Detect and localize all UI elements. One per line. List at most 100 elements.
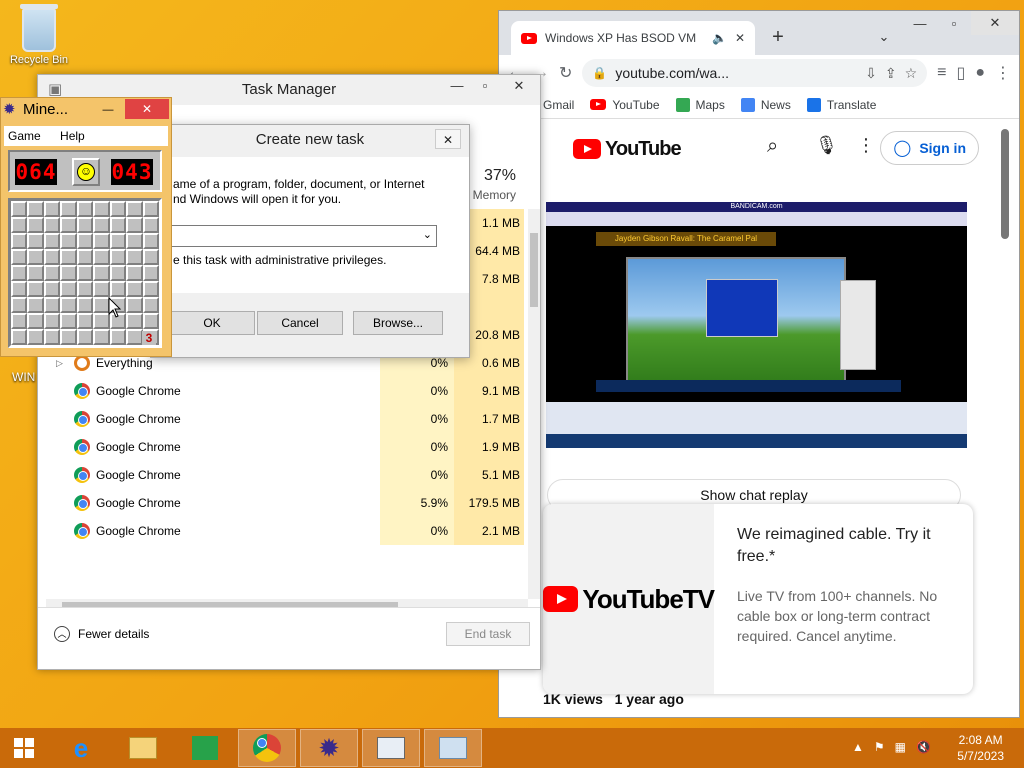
mine-cell[interactable] bbox=[43, 297, 61, 313]
mine-cell[interactable] bbox=[109, 281, 127, 297]
bookmark-translate[interactable]: Translate bbox=[806, 97, 876, 112]
ms-minimize-button[interactable]: — bbox=[97, 98, 119, 122]
mine-cell[interactable] bbox=[93, 217, 110, 233]
mine-cell[interactable] bbox=[43, 217, 61, 233]
taskbar-minesweeper[interactable]: ✹ bbox=[300, 729, 358, 767]
table-row[interactable]: Google Chrome 0% 2.1 MB bbox=[46, 517, 524, 545]
mine-cell[interactable] bbox=[27, 249, 44, 265]
mine-cell[interactable] bbox=[76, 297, 94, 313]
video-player[interactable]: BANDICAM.com Jayden Gibson Ravall: The C… bbox=[546, 202, 967, 448]
mine-cell[interactable] bbox=[60, 233, 77, 249]
mine-cell[interactable] bbox=[93, 281, 110, 297]
vscroll-thumb[interactable] bbox=[530, 233, 538, 307]
ms-close-button[interactable]: ✕ bbox=[125, 99, 169, 119]
mine-cell[interactable] bbox=[43, 281, 61, 297]
action-center-flag-icon[interactable]: ⚑ bbox=[874, 740, 885, 754]
mine-cell[interactable] bbox=[109, 201, 127, 217]
mine-cell[interactable] bbox=[43, 201, 61, 217]
address-bar[interactable]: 🔒 youtube.com/wa... ⇩ ⇪ ☆ bbox=[582, 59, 928, 87]
mine-cell[interactable] bbox=[93, 329, 110, 345]
ok-button[interactable]: OK bbox=[169, 311, 255, 335]
mine-cell[interactable] bbox=[11, 281, 28, 297]
browse-button[interactable]: Browse... bbox=[353, 311, 443, 335]
search-icon[interactable]: ⌕ bbox=[767, 135, 778, 158]
mine-cell[interactable] bbox=[60, 217, 77, 233]
side-panel-icon[interactable]: ▯ bbox=[957, 63, 966, 83]
mine-cell[interactable] bbox=[109, 217, 127, 233]
table-row[interactable]: Google Chrome 0% 5.1 MB bbox=[46, 461, 524, 489]
mine-cell[interactable] bbox=[126, 297, 143, 313]
mine-cell[interactable] bbox=[43, 249, 61, 265]
start-button[interactable] bbox=[0, 729, 48, 767]
mine-cell[interactable] bbox=[126, 249, 143, 265]
more-options-icon[interactable]: ⋮ bbox=[857, 135, 875, 156]
mine-cell[interactable] bbox=[60, 313, 77, 329]
microphone-icon[interactable]: 🎙 bbox=[815, 135, 838, 156]
fewer-details-button[interactable]: ︿ Fewer details bbox=[54, 626, 149, 642]
taskbar-run-dialog[interactable] bbox=[424, 729, 482, 767]
mine-cell[interactable] bbox=[43, 233, 61, 249]
table-row[interactable]: Google Chrome 0% 1.7 MB bbox=[46, 405, 524, 433]
mine-cell[interactable] bbox=[27, 297, 44, 313]
bookmark-news[interactable]: News bbox=[740, 97, 791, 112]
chevron-down-icon[interactable]: ⌄ bbox=[423, 228, 432, 241]
mine-cell[interactable] bbox=[109, 329, 127, 345]
mine-cell[interactable] bbox=[93, 249, 110, 265]
mine-cell[interactable] bbox=[27, 313, 44, 329]
bookmark-youtube[interactable]: YouTube bbox=[590, 98, 660, 112]
new-tab-button[interactable]: + bbox=[761, 25, 795, 49]
mine-cell[interactable] bbox=[109, 265, 127, 281]
mine-cell[interactable] bbox=[109, 249, 127, 265]
menu-game[interactable]: Game bbox=[8, 129, 41, 143]
cancel-button[interactable]: Cancel bbox=[257, 311, 343, 335]
tab-search-icon[interactable]: ⌄ bbox=[867, 25, 901, 49]
bookmark-maps[interactable]: Maps bbox=[675, 97, 725, 112]
mine-cell[interactable] bbox=[76, 249, 94, 265]
mine-cell[interactable] bbox=[93, 201, 110, 217]
reading-list-icon[interactable]: ≡ bbox=[937, 64, 946, 82]
mine-cell[interactable] bbox=[126, 201, 143, 217]
mine-cell[interactable] bbox=[43, 265, 61, 281]
mine-cell[interactable] bbox=[76, 329, 94, 345]
mine-cell[interactable] bbox=[11, 329, 28, 345]
end-task-button[interactable]: End task bbox=[446, 622, 530, 646]
page-scrollbar[interactable] bbox=[1001, 129, 1009, 239]
mine-cell[interactable] bbox=[142, 249, 159, 265]
mine-cell[interactable] bbox=[93, 265, 110, 281]
mine-cell[interactable] bbox=[76, 313, 94, 329]
mine-cell[interactable] bbox=[11, 265, 28, 281]
youtube-tv-ad[interactable]: YouTubeTV We reimagined cable. Try it fr… bbox=[543, 504, 973, 694]
profile-avatar-icon[interactable]: ● bbox=[975, 64, 985, 82]
taskbar-store[interactable] bbox=[176, 729, 234, 767]
mine-cell[interactable] bbox=[11, 217, 28, 233]
tm-maximize-button[interactable]: ▫ bbox=[471, 75, 499, 97]
mine-cell[interactable] bbox=[142, 217, 159, 233]
mine-cell[interactable] bbox=[142, 313, 159, 329]
taskbar-file-explorer[interactable] bbox=[114, 729, 172, 767]
mine-cell[interactable] bbox=[93, 233, 110, 249]
mine-cell[interactable] bbox=[60, 249, 77, 265]
mine-cell[interactable] bbox=[76, 217, 94, 233]
bookmark-star-icon[interactable]: ☆ bbox=[905, 65, 918, 82]
mine-cell[interactable] bbox=[126, 217, 143, 233]
mine-cell[interactable] bbox=[11, 297, 28, 313]
mine-cell[interactable] bbox=[27, 233, 44, 249]
taskbar-task-manager[interactable] bbox=[362, 729, 420, 767]
volume-muted-icon[interactable]: 🔇 bbox=[916, 740, 931, 754]
mine-cell[interactable] bbox=[11, 233, 28, 249]
share-icon[interactable]: ⇪ bbox=[885, 65, 897, 82]
mine-cell[interactable] bbox=[126, 313, 143, 329]
mine-cell[interactable] bbox=[142, 265, 159, 281]
mine-cell[interactable] bbox=[60, 201, 77, 217]
mine-cell[interactable] bbox=[11, 313, 28, 329]
mine-cell[interactable] bbox=[27, 201, 44, 217]
taskbar-internet-explorer[interactable]: e bbox=[52, 729, 110, 767]
expand-row-icon[interactable]: ▷ bbox=[56, 358, 63, 369]
mine-cell[interactable] bbox=[76, 201, 94, 217]
sign-in-button[interactable]: ◯ Sign in bbox=[880, 131, 979, 165]
mine-cell[interactable] bbox=[126, 265, 143, 281]
reload-icon[interactable]: ↻ bbox=[559, 63, 572, 83]
table-row[interactable]: Google Chrome 0% 9.1 MB bbox=[46, 377, 524, 405]
mine-cell[interactable] bbox=[142, 297, 159, 313]
mine-cell[interactable] bbox=[109, 233, 127, 249]
